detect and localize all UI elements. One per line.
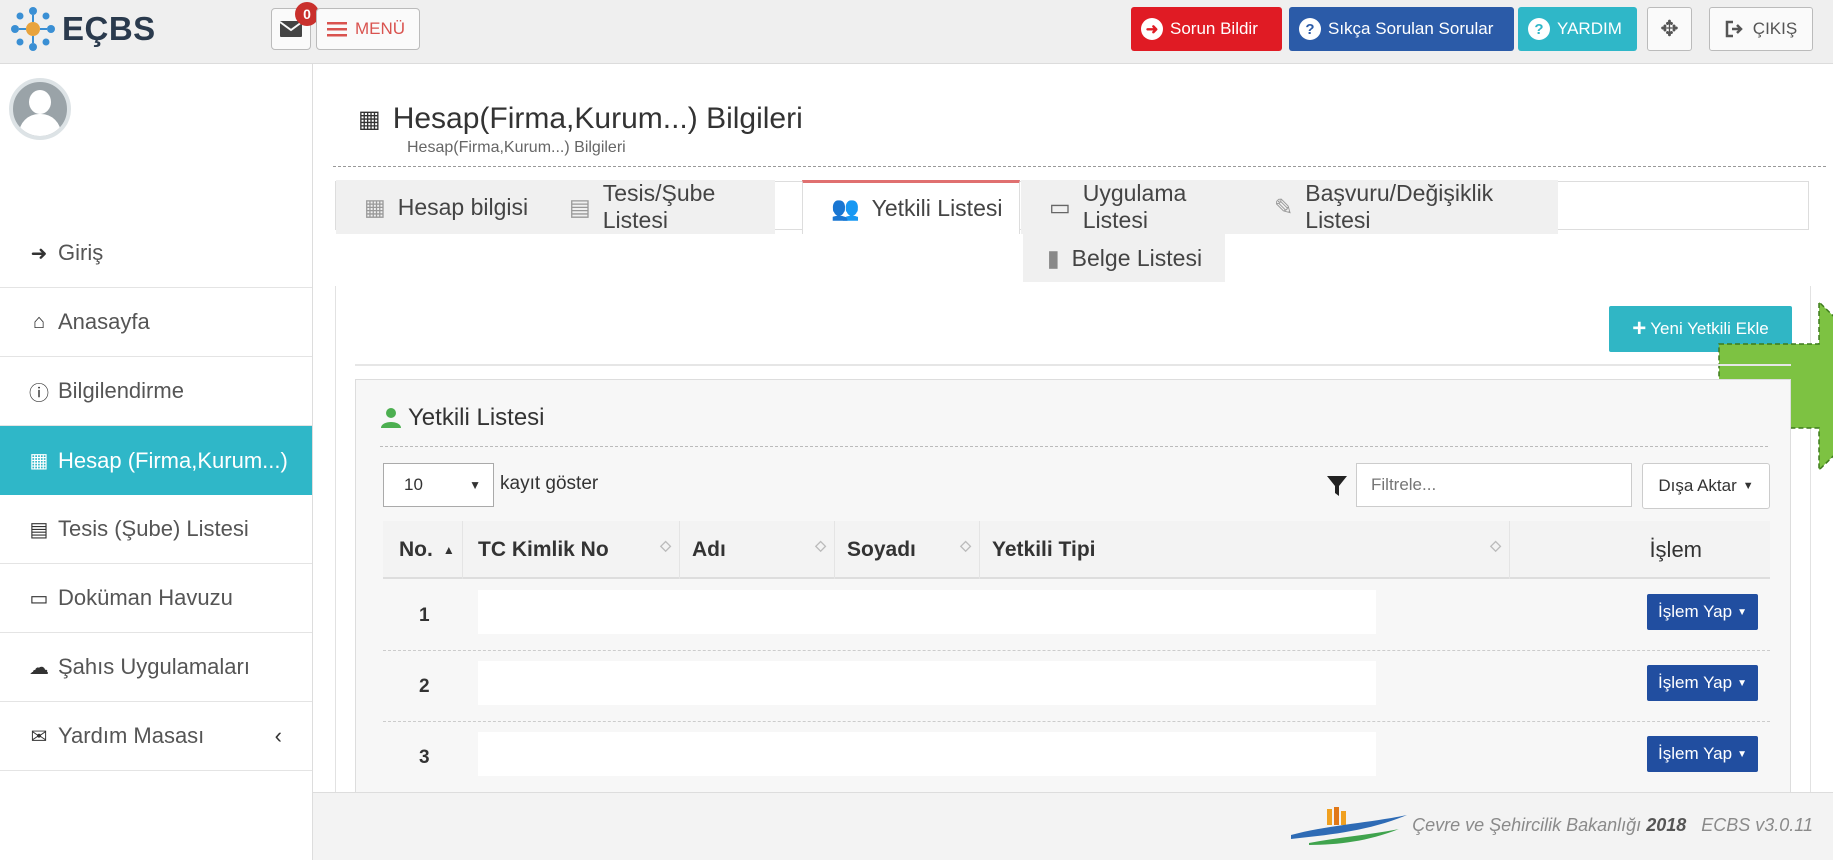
fullscreen-button[interactable]: ✥ [1647,7,1692,51]
row-action-button[interactable]: İşlem Yap ▼ [1647,736,1758,772]
sidebar-item-yardim[interactable]: ✉ Yardım Masası ‹ [0,702,312,771]
info-icon: ⓘ [29,382,49,405]
caret-down-icon: ▼ [469,478,481,492]
laptop-icon: ▭ [1049,193,1071,220]
user-icon [381,408,401,428]
question-circle-icon: ? [1528,18,1550,40]
table-row: 3 İşlem Yap ▼ [383,722,1770,793]
arrows-move-icon: ✥ [1660,16,1679,41]
sort-icon: ◇ [660,537,671,553]
sidebar-item-sahis[interactable]: ☁ Şahıs Uygulamaları [0,633,312,702]
report-problem-button[interactable]: ➜ Sorun Bildir [1131,7,1282,51]
export-button[interactable]: Dışa Aktar ▼ [1642,463,1770,509]
cloud-icon: ☁ [29,656,49,679]
faq-button[interactable]: ? Sıkça Sorulan Sorular [1289,7,1514,51]
sidebar-item-dokuman[interactable]: ▭ Doküman Havuzu [0,564,312,633]
sidebar-item-hesap[interactable]: ▦ Hesap (Firma,Kurum...) [0,426,312,495]
home-icon: ⌂ [32,310,46,333]
app-name: EÇBS [62,10,156,47]
caret-down-icon: ▼ [1742,480,1754,492]
footer-credits: Çevre ve Şehircilik Bakanlığı 2018 ECBS … [1412,815,1813,835]
logout-button[interactable]: ÇIKIŞ [1709,7,1813,51]
footer: Çevre ve Şehircilik Bakanlığı 2018 ECBS … [313,792,1833,860]
sign-in-icon: ➜ [30,242,48,265]
row-data [478,590,1376,634]
user-avatar[interactable] [9,78,71,140]
sidebar-item-giris[interactable]: ➜ Giriş [0,219,312,288]
tab-hesap-bilgisi[interactable]: ▦ Hesap bilgisi [336,180,541,234]
top-navbar: EÇBS 0 MENÜ ➜ Sorun Bildir ? Sıkça Sorul… [0,0,1833,64]
page-length-label: kayıt göster [500,473,599,494]
column-yetkili-tipi[interactable]: Yetkili Tipi ◇ [980,521,1510,579]
filter-icon [1327,476,1347,496]
authorized-list-panel: Yetkili Listesi 10 ▼ kayıt göster Dışa A… [355,379,1791,860]
sidebar: ➜ Giriş ⌂ Anasayfa ⓘ Bilgilendirme ▦ Hes… [0,64,313,860]
page-title: ▦ Hesap(Firma,Kurum...) Bilgileri [358,102,803,135]
menu-toggle-button[interactable]: MENÜ [316,8,420,50]
user-name [78,74,246,138]
column-soyadi[interactable]: Soyadı ◇ [835,521,980,579]
row-action-button[interactable]: İşlem Yap ▼ [1647,594,1758,630]
clipboard-icon: ▤ [569,193,591,220]
box-icon: ▭ [29,587,49,610]
tab-belge-listesi[interactable]: ▮ Belge Listesi [1023,234,1225,282]
sort-icon: ◇ [960,537,971,553]
tab-tesis-listesi[interactable]: ▤ Tesis/Şube Listesi [541,180,775,234]
caret-down-icon: ▼ [1737,606,1747,618]
column-islem: İşlem [1649,537,1702,562]
clipboard-icon: ▤ [29,518,49,541]
table-header: No. ▲ TC Kimlik No ◇ Adı ◇ Soyadı ◇ Yetk… [383,521,1770,579]
table-row: 2 İşlem Yap ▼ [383,651,1770,722]
ministry-logo [1291,807,1407,845]
sidebar-item-tesis[interactable]: ▤ Tesis (Şube) Listesi [0,495,312,564]
sort-icon: ◇ [815,537,826,553]
caret-down-icon: ▼ [1737,748,1747,760]
users-icon: 👥 [831,195,860,221]
tab-uygulama-listesi[interactable]: ▭ Uygulama Listesi [1021,180,1246,234]
tab-basvuru-listesi[interactable]: ✎ Başvuru/Değişiklik Listesi [1246,180,1558,234]
divider [380,446,1768,447]
divider [355,364,1791,366]
row-action-button[interactable]: İşlem Yap ▼ [1647,665,1758,701]
app-logo[interactable]: EÇBS [10,6,156,52]
building-icon: ▦ [358,105,381,133]
messages-button[interactable]: 0 [271,2,319,50]
sidebar-item-anasayfa[interactable]: ⌂ Anasayfa [0,288,312,357]
row-data [478,661,1376,705]
network-logo-icon [11,7,55,51]
envelope-icon: ✉ [30,725,48,748]
caret-down-icon: ▼ [1737,677,1747,689]
column-adi[interactable]: Adı ◇ [680,521,835,579]
hamburger-icon [327,22,347,37]
page-length-select[interactable]: 10 ▼ [383,463,494,507]
tab-yetkili-listesi[interactable]: 👥 Yetkili Listesi [802,180,1020,234]
table-row: 1 İşlem Yap ▼ [383,580,1770,651]
column-tc-kimlik[interactable]: TC Kimlik No ◇ [463,521,680,579]
sign-out-icon [1725,20,1743,38]
sort-icon: ◇ [1490,537,1501,553]
list-title: Yetkili Listesi [380,404,545,432]
column-no[interactable]: No. ▲ [383,521,463,579]
chevron-left-icon: ‹ [274,723,282,748]
row-data [478,732,1376,776]
plus-icon: + [1632,315,1647,342]
building-icon: ▦ [364,193,386,220]
filter-input[interactable] [1356,463,1632,507]
divider [333,166,1826,167]
menu-label: MENÜ [355,19,406,38]
file-icon: ▮ [1047,244,1060,271]
help-button[interactable]: ? YARDIM [1518,7,1637,51]
breadcrumb: Hesap(Firma,Kurum...) Bilgileri [407,139,626,156]
sort-asc-icon: ▲ [442,543,455,557]
question-circle-icon: ? [1299,18,1321,40]
edit-icon: ✎ [1274,193,1294,220]
arrow-right-circle-icon: ➜ [1141,18,1163,40]
sidebar-item-bilgilendirme[interactable]: ⓘ Bilgilendirme [0,357,312,426]
building-icon: ▦ [29,450,49,472]
main-content: ▦ Hesap(Firma,Kurum...) Bilgileri Hesap(… [313,64,1833,860]
